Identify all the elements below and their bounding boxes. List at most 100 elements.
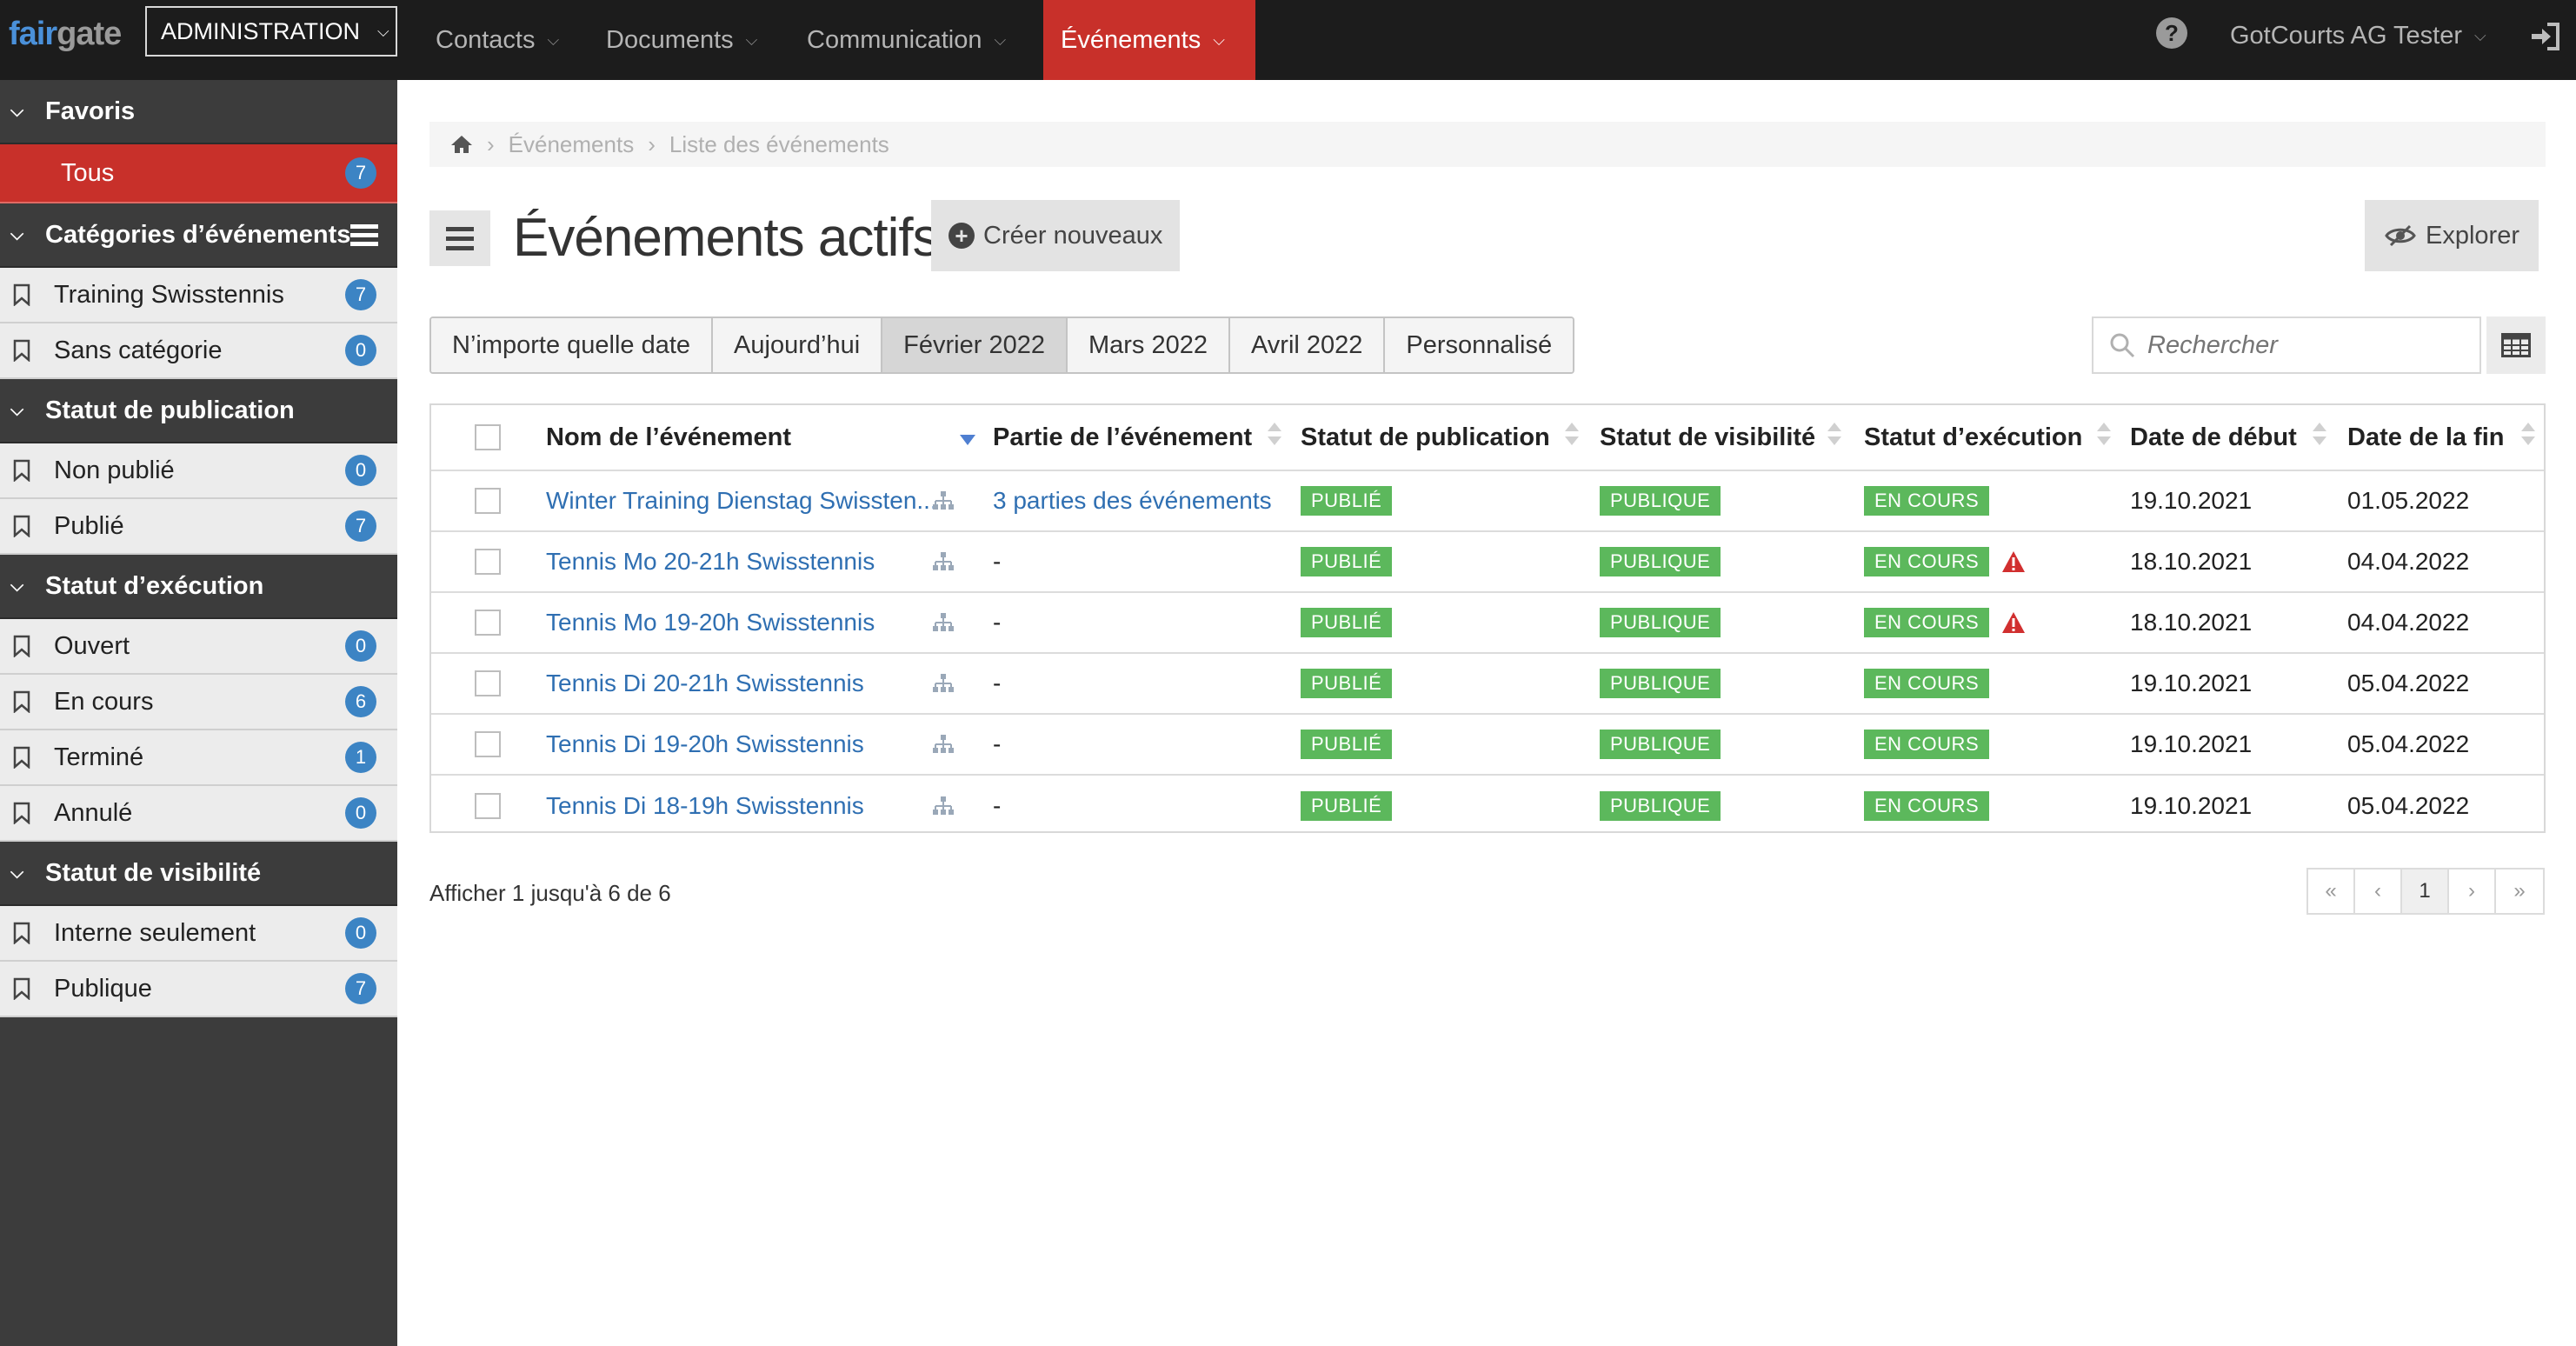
sidebar-item-non-publie[interactable]: Non publié 0 [0,443,397,499]
sort-icon[interactable] [1268,423,1281,452]
bookmark-icon[interactable] [12,922,31,944]
create-new-button[interactable]: + Créer nouveaux [931,200,1180,271]
column-header-visibility[interactable]: Statut de visibilité [1600,405,1815,470]
sitemap-icon[interactable] [932,715,955,774]
date-filter-any[interactable]: N’importe quelle date [431,318,714,372]
table-row: Winter Training Dienstag Swissten... 3 pa… [431,471,2544,532]
end-date: 05.04.2022 [2347,730,2470,757]
sidebar-item-label: En cours [54,687,154,716]
administration-dropdown[interactable]: ADMINISTRATION ⌵ [145,6,397,57]
event-name-link[interactable]: Tennis Di 20-21h Swisstennis [546,654,864,713]
user-menu[interactable]: GotCourts AG Tester ⌵ [2230,0,2486,71]
nav-contacts[interactable]: Contacts ⌵ [418,0,576,80]
column-header-part[interactable]: Partie de l’événement [993,405,1252,470]
row-checkbox[interactable] [475,793,501,819]
sidebar-section-publication[interactable]: ⌵ Statut de publication [0,379,397,443]
explore-button[interactable]: Explorer [2365,200,2539,271]
select-all-checkbox[interactable] [475,424,501,450]
row-checkbox[interactable] [475,731,501,757]
warning-icon[interactable] [2001,611,2026,634]
nav-communication[interactable]: Communication ⌵ [789,0,1023,80]
chevron-down-icon: ⌵ [10,400,24,420]
sidebar-toggle-button[interactable] [429,210,490,266]
sidebar-item-training-swisstennis[interactable]: Training Swisstennis 7 [0,268,397,323]
sidebar-section-execution[interactable]: ⌵ Statut d’exécution [0,555,397,619]
sidebar-item-annule[interactable]: Annulé 0 [0,786,397,842]
sidebar: ⌵ Favoris Tous 7 ⌵ Catégories d’événemen… [0,80,397,1346]
nav-documents[interactable]: Documents ⌵ [589,0,775,80]
pager-last-button[interactable]: » [2496,870,2543,913]
sidebar-item-termine[interactable]: Terminé 1 [0,730,397,786]
warning-icon[interactable] [2001,550,2026,573]
date-filter-mar-2022[interactable]: Mars 2022 [1067,318,1230,372]
sidebar-item-sans-categorie[interactable]: Sans catégorie 0 [0,323,397,379]
date-filter-custom[interactable]: Personnalisé [1385,318,1574,372]
bookmark-icon[interactable] [12,459,31,482]
sidebar-section-visibility[interactable]: ⌵ Statut de visibilité [0,842,397,906]
table-row: Tennis Mo 19-20h Swisstennis - PUBLIÉ PUBLI… [431,593,2544,654]
bookmark-icon[interactable] [12,746,31,769]
bookmark-icon[interactable] [12,802,31,824]
sort-desc-icon[interactable] [960,435,975,445]
logout-icon[interactable] [2528,19,2563,54]
sort-icon[interactable] [1565,423,1579,452]
column-header-execution[interactable]: Statut d’exécution [1864,405,2082,470]
sort-icon[interactable] [2521,423,2535,452]
column-settings-button[interactable] [2486,317,2546,374]
breadcrumb-liste: Liste des événements [669,130,889,157]
pager-next-button[interactable]: › [2449,870,2496,913]
search-input[interactable] [2147,330,2460,360]
date-filter-feb-2022[interactable]: Février 2022 [882,318,1068,372]
menu-icon[interactable] [350,224,378,247]
sidebar-item-en-cours[interactable]: En cours 6 [0,675,397,730]
search-box [2092,317,2481,374]
sort-icon[interactable] [1827,423,1841,452]
sitemap-icon[interactable] [932,471,955,530]
sitemap-icon[interactable] [932,593,955,652]
sidebar-section-categories[interactable]: ⌵ Catégories d’événements [0,203,397,268]
column-header-end-date[interactable]: Date de la fin [2347,405,2505,470]
sort-icon[interactable] [2097,423,2111,452]
sidebar-item-publie[interactable]: Publié 7 [0,499,397,555]
bookmark-icon[interactable] [12,339,31,362]
help-icon[interactable]: ? [2156,17,2187,49]
date-filter-today[interactable]: Aujourd’hui [713,318,883,372]
pager-prev-button[interactable]: ‹ [2355,870,2402,913]
row-checkbox[interactable] [475,488,501,514]
bookmark-icon[interactable] [12,635,31,657]
sidebar-item-tous[interactable]: Tous 7 [0,144,397,203]
sidebar-item-publique[interactable]: Publique 7 [0,962,397,1017]
event-name-link[interactable]: Tennis Di 19-20h Swisstennis [546,715,864,774]
event-name-link[interactable]: Winter Training Dienstag Swissten... [546,471,937,530]
pager-first-button[interactable]: « [2308,870,2355,913]
sidebar-item-ouvert[interactable]: Ouvert 0 [0,619,397,675]
bookmark-icon[interactable] [12,283,31,306]
sitemap-icon[interactable] [932,776,955,836]
bookmark-icon[interactable] [12,515,31,537]
column-header-name[interactable]: Nom de l’événement [546,405,791,470]
event-name-link[interactable]: Tennis Mo 19-20h Swisstennis [546,593,875,652]
sitemap-icon[interactable] [932,654,955,713]
fairgate-logo[interactable]: fairgate [9,16,122,53]
event-part: - [993,792,1002,819]
row-checkbox[interactable] [475,549,501,575]
home-icon[interactable] [450,134,473,155]
sort-icon[interactable] [2313,423,2326,452]
sidebar-section-favoris[interactable]: ⌵ Favoris [0,80,397,144]
breadcrumb-evenements[interactable]: Événements [509,131,635,158]
sidebar-item-interne-seulement[interactable]: Interne seulement 0 [0,906,397,962]
pager-page-1[interactable]: 1 [2402,870,2449,913]
event-name-link[interactable]: Tennis Mo 20-21h Swisstennis [546,532,875,591]
table-row: Tennis Mo 20-21h Swisstennis - PUBLIÉ PUBLI… [431,532,2544,593]
nav-evenements[interactable]: Événements ⌵ [1043,0,1255,80]
row-checkbox[interactable] [475,610,501,636]
sitemap-icon[interactable] [932,532,955,591]
bookmark-icon[interactable] [12,690,31,713]
row-checkbox[interactable] [475,670,501,696]
event-part[interactable]: 3 parties des événements [993,471,1272,530]
column-header-publication[interactable]: Statut de publication [1301,405,1550,470]
bookmark-icon[interactable] [12,977,31,1000]
column-header-start-date[interactable]: Date de début [2130,405,2297,470]
date-filter-apr-2022[interactable]: Avril 2022 [1229,318,1386,372]
event-name-link[interactable]: Tennis Di 18-19h Swisstennis [546,776,864,836]
